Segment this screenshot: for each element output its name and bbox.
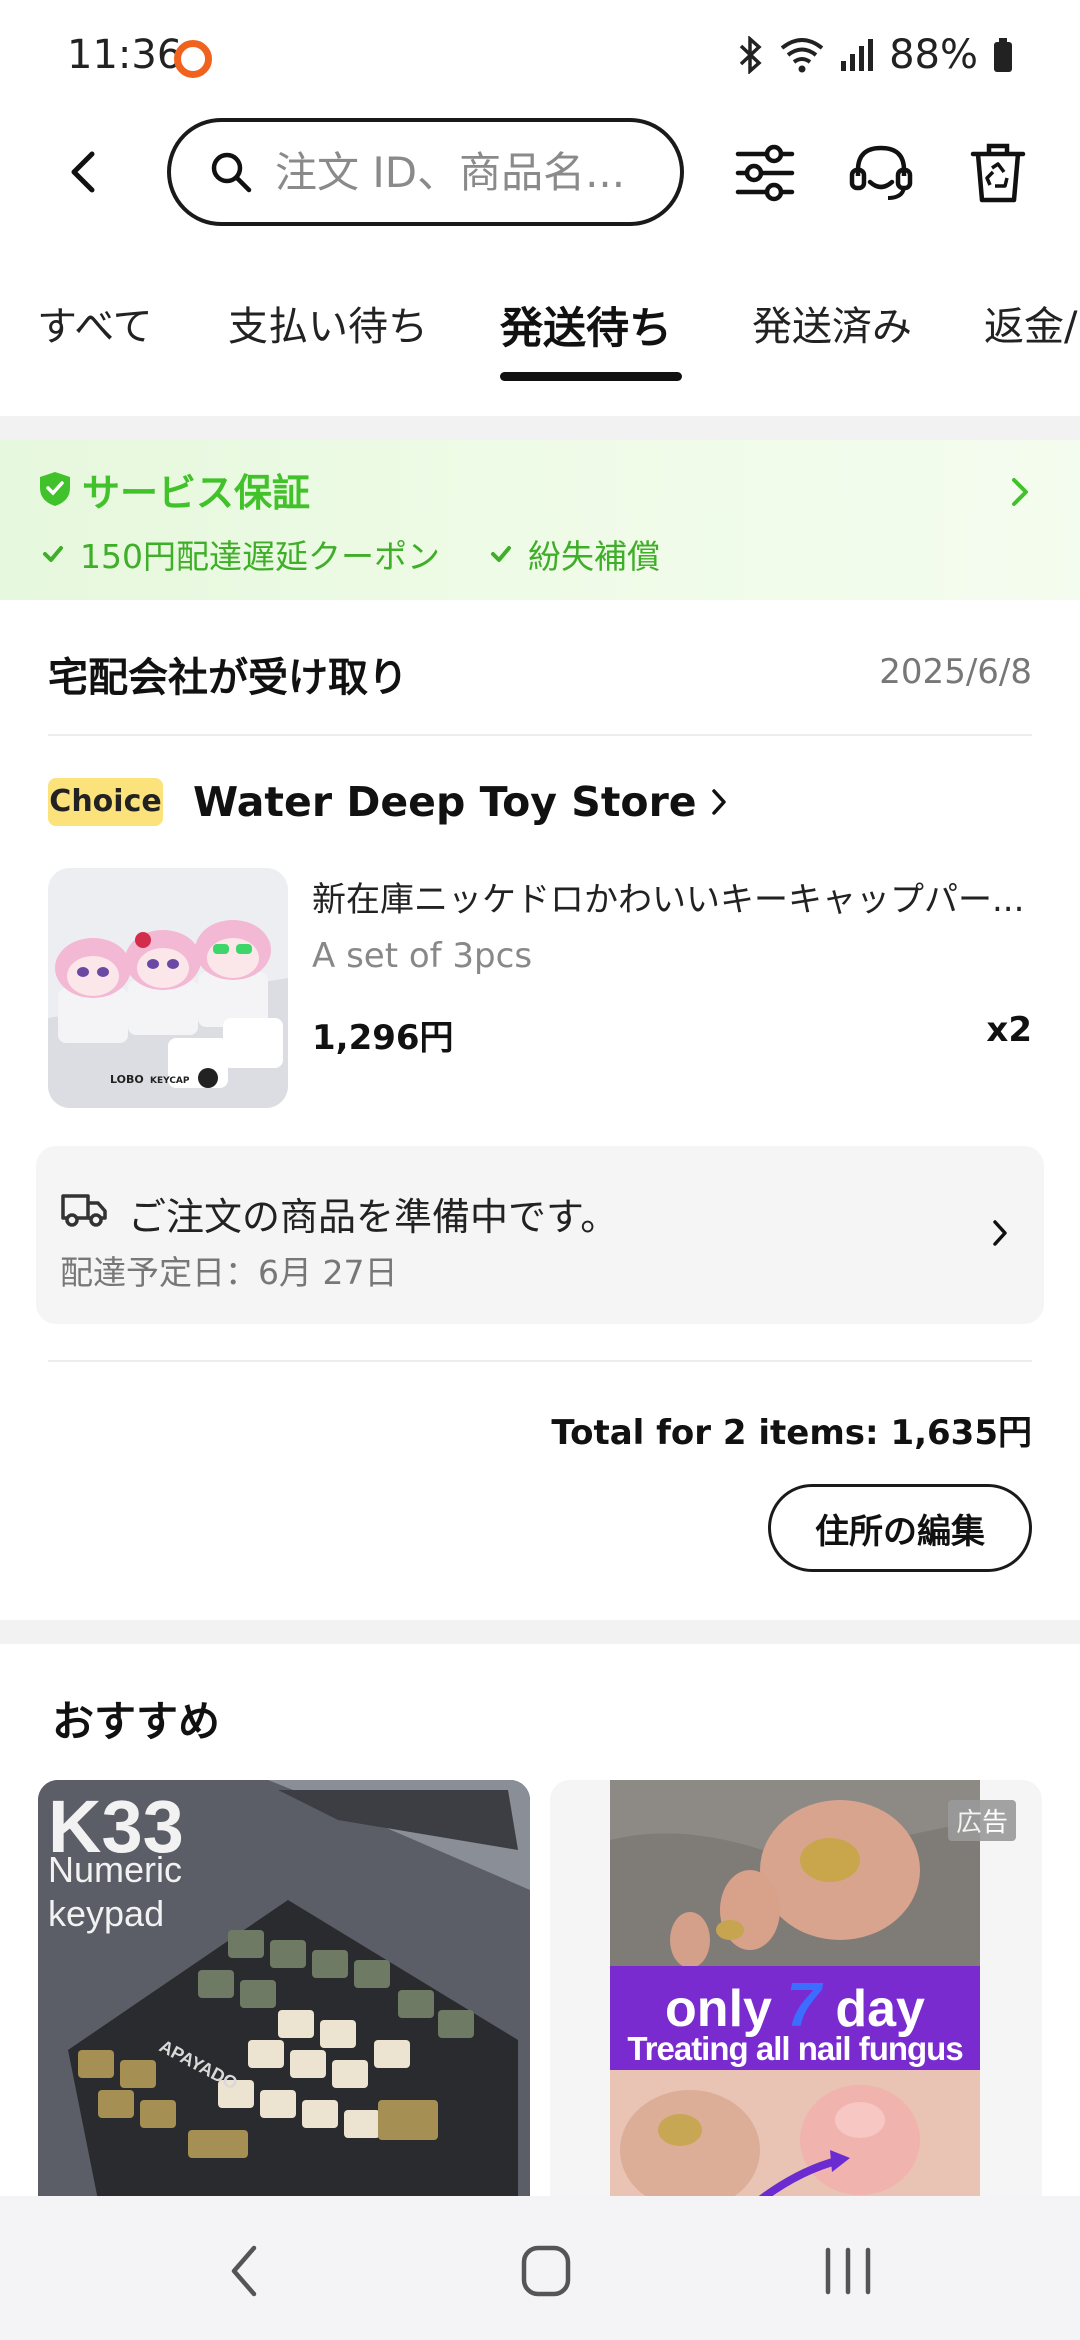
order-status-tabs: すべて 支払い待ち 発送待ち 発送済み 返金/ <box>0 284 1080 394</box>
chevron-right-icon <box>711 789 726 815</box>
tab-all[interactable]: すべて <box>37 294 153 352</box>
product-image[interactable]: LOBO KEYCAP <box>48 868 288 1108</box>
product-price: 1,296円 <box>312 1018 454 1058</box>
product-quantity: x2 <box>986 1010 1032 1050</box>
signal-icon <box>841 39 874 71</box>
store-name: Water Deep Toy Store <box>193 778 697 826</box>
status-icons: 88% <box>737 32 1014 78</box>
product-image-text: LOBO <box>110 1073 144 1086</box>
system-navigation-bar <box>0 2196 1080 2340</box>
store-link[interactable]: Water Deep Toy Store <box>193 778 729 826</box>
recommendation-card-ad[interactable]: only 7 day Treating all nail fungus 広告 <box>550 1780 1042 2200</box>
ad-subline: Treating all nail fungus <box>627 2030 963 2067</box>
tab-awaiting-payment[interactable]: 支払い待ち <box>228 294 428 352</box>
product-title[interactable]: 新在庫ニッケドロかわいいキーキャップパー... <box>312 872 1032 921</box>
filter-sliders-icon[interactable] <box>730 138 800 208</box>
back-arrow-icon[interactable] <box>56 142 116 202</box>
order-date: 2025/6/8 <box>879 652 1032 692</box>
search-bar[interactable] <box>167 118 684 226</box>
delivery-message: ご注文の商品を準備中です。 <box>128 1195 619 1239</box>
keypad-subline: Numeric keypad <box>48 1849 183 1934</box>
customer-service-headset-icon[interactable] <box>846 138 916 208</box>
section-divider <box>0 1620 1080 1644</box>
order-status-label: 宅配会社が受け取り <box>48 655 408 701</box>
active-tab-indicator <box>500 372 682 381</box>
bluetooth-icon <box>739 36 762 74</box>
shield-check-icon <box>40 472 70 506</box>
product-variant: A set of 3pcs <box>312 936 533 976</box>
choice-badge: Choice <box>48 778 163 826</box>
wifi-icon <box>780 38 824 73</box>
edit-address-button[interactable]: 住所の編集 <box>768 1484 1032 1572</box>
delivery-truck-icon <box>61 1194 107 1227</box>
delivery-eta: 配達予定日：6月 27日 <box>60 1253 398 1292</box>
chevron-right-icon <box>1012 478 1028 506</box>
status-time: 11:36 <box>67 32 183 78</box>
nav-back-icon[interactable] <box>206 2236 286 2306</box>
guarantee-item-loss-compensation: 紛失補償 <box>490 530 660 578</box>
guarantee-item-label: 紛失補償 <box>528 537 660 576</box>
divider <box>48 1360 1032 1362</box>
status-bar: 11:36 88% <box>0 0 1080 110</box>
recycle-bin-icon[interactable] <box>963 138 1033 208</box>
search-icon <box>211 152 252 193</box>
section-divider <box>0 416 1080 440</box>
tab-shipped[interactable]: 発送済み <box>752 294 912 352</box>
recommendations-title: おすすめ <box>52 1697 221 1746</box>
guarantee-item-delay-coupon: 150円配達遅延クーポン <box>42 530 440 578</box>
service-guarantee-banner[interactable]: サービス保証 150円配達遅延クーポン 紛失補償 <box>0 440 1080 600</box>
checkmark-icon <box>491 546 511 562</box>
keycap-product-photo: LOBO KEYCAP <box>48 868 288 1108</box>
tab-awaiting-shipment[interactable]: 発送待ち <box>500 294 672 356</box>
guarantee-item-label: 150円配達遅延クーポン <box>80 537 440 576</box>
chevron-right-icon <box>993 1220 1007 1246</box>
order-total: Total for 2 items: 1,635円 <box>551 1413 1032 1453</box>
divider <box>48 734 1032 736</box>
tab-refund[interactable]: 返金/ <box>984 294 1077 352</box>
recommendation-card-keypad[interactable]: APAYADO K33 Numeric keypad <box>38 1780 530 2200</box>
recording-indicator-icon <box>174 40 212 78</box>
nav-recents-icon[interactable] <box>808 2236 888 2306</box>
battery-icon <box>994 38 1012 72</box>
ad-image: only 7 day Treating all nail fungus <box>610 1780 980 2200</box>
search-input[interactable] <box>275 147 655 197</box>
product-image-text: KEYCAP <box>150 1076 190 1086</box>
nav-home-icon[interactable] <box>506 2236 586 2306</box>
delivery-status-box[interactable]: ご注文の商品を準備中です。 配達予定日：6月 27日 <box>36 1146 1044 1324</box>
service-guarantee-title: サービス保証 <box>82 471 311 515</box>
header <box>0 112 1080 232</box>
ad-badge: 広告 <box>947 1800 1016 1841</box>
checkmark-icon <box>43 546 63 562</box>
battery-percent: 88% <box>889 32 978 78</box>
